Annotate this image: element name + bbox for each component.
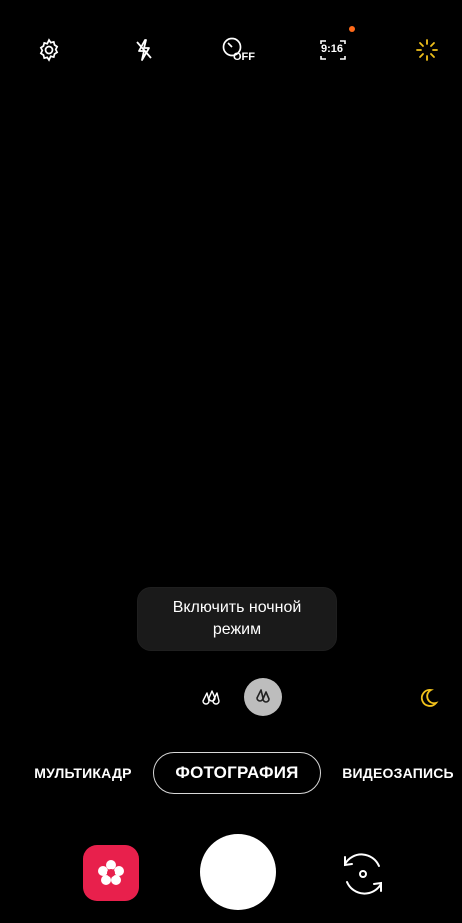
effects-button[interactable]: [407, 30, 447, 70]
top-toolbar: OFF 9:16: [0, 0, 462, 100]
standard-angle-icon: [256, 689, 270, 703]
timer-button[interactable]: OFF: [217, 30, 261, 70]
wide-angle-button[interactable]: [196, 683, 228, 715]
tooltip-text: Включить ночной режим: [172, 599, 302, 638]
moon-icon: [420, 689, 439, 707]
shutter-button[interactable]: [200, 834, 276, 910]
timer-badge: OFF: [233, 51, 255, 63]
mode-photo[interactable]: ФОТОГРАФИЯ: [153, 752, 321, 794]
wide-angle-icon: [202, 690, 220, 705]
mode-label: ФОТОГРАФИЯ: [175, 763, 299, 782]
gear-icon: [39, 38, 59, 62]
aspect-ratio-label: 9:16: [321, 43, 344, 55]
camera-viewfinder[interactable]: OFF 9:16 Включить ночной режим МУЛЬТИКАД…: [0, 0, 462, 923]
mode-label: МУЛЬТИКАДР: [34, 765, 132, 781]
flash-off-icon: [136, 39, 152, 61]
mode-selector: МУЛЬТИКАДР ФОТОГРАФИЯ ВИДЕОЗАПИСЬ: [0, 752, 462, 794]
night-mode-button[interactable]: [413, 683, 443, 713]
mode-label: ВИДЕОЗАПИСЬ: [342, 765, 454, 781]
new-indicator-dot: [349, 26, 355, 32]
switch-camera-icon: [344, 853, 382, 895]
night-mode-tooltip[interactable]: Включить ночной режим: [137, 587, 337, 651]
mode-multiframe[interactable]: МУЛЬТИКАДР: [33, 752, 133, 794]
flash-button[interactable]: [124, 30, 164, 70]
gallery-flower-icon: [98, 860, 124, 885]
gallery-button[interactable]: [83, 845, 139, 901]
switch-camera-button[interactable]: [333, 844, 393, 904]
sparkle-icon: [416, 39, 438, 61]
mode-video[interactable]: ВИДЕОЗАПИСЬ: [342, 752, 454, 794]
aspect-ratio-button[interactable]: 9:16: [311, 30, 355, 70]
settings-button[interactable]: [29, 30, 69, 70]
standard-angle-button[interactable]: [244, 678, 282, 716]
